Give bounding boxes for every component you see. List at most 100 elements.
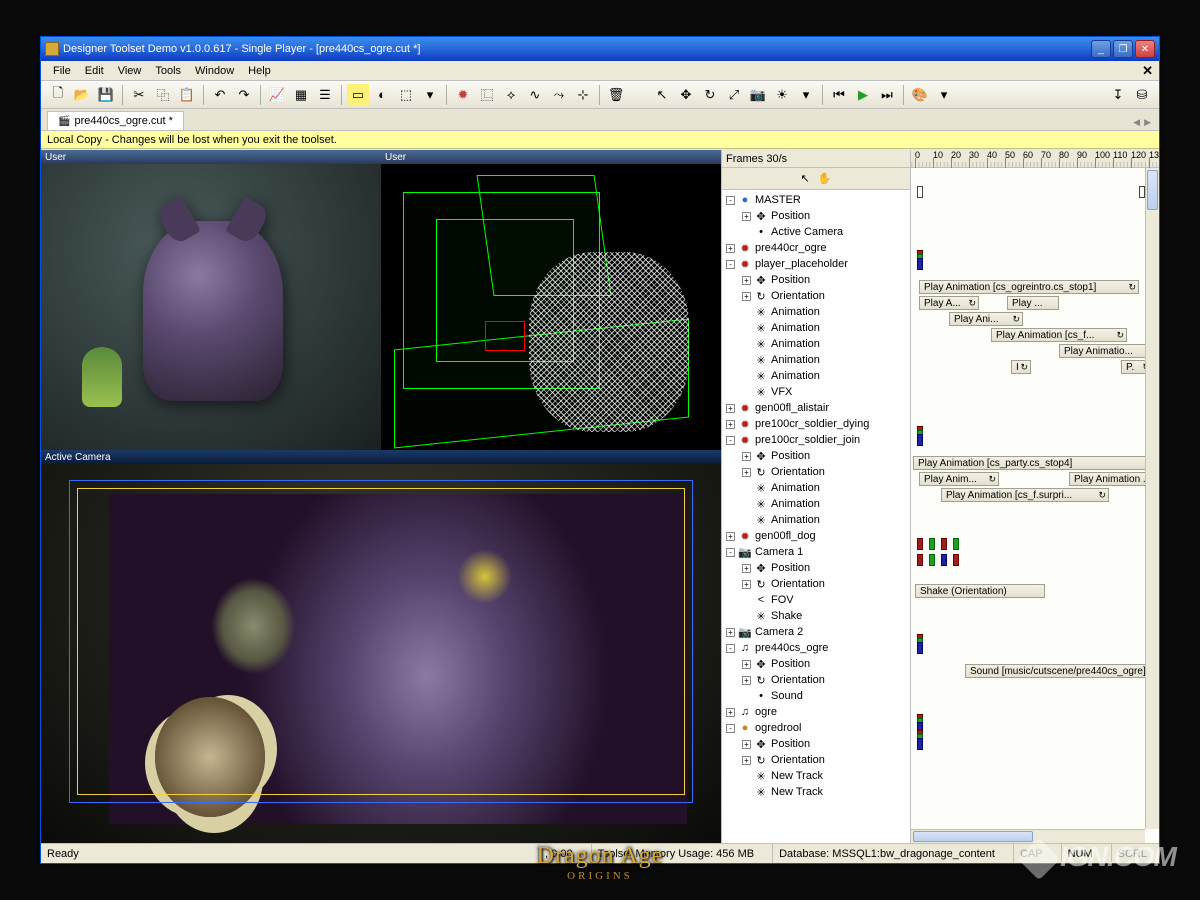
document-tab[interactable]: 🎬 pre440cs_ogre.cut * <box>47 111 184 130</box>
tree-row[interactable]: ✳Animation <box>722 480 910 496</box>
tree-row[interactable]: ✳Animation <box>722 512 910 528</box>
tree-toggle-icon[interactable]: + <box>726 708 735 717</box>
dropdown2-icon[interactable]: ▾ <box>795 84 817 106</box>
open-icon[interactable]: 📂 <box>71 84 93 106</box>
tab-prev-icon[interactable]: ◀ <box>1131 115 1142 130</box>
scale-icon[interactable]: ⤢ <box>723 84 745 106</box>
tree-toggle-icon[interactable]: + <box>742 676 751 685</box>
tree-toggle-icon[interactable]: + <box>742 452 751 461</box>
trash-icon[interactable]: 🗑 <box>605 84 627 106</box>
cylinder-icon[interactable]: ⬚ <box>395 84 417 106</box>
camera-icon[interactable]: 📷 <box>747 84 769 106</box>
tree-toggle-icon[interactable]: + <box>742 564 751 573</box>
tree-row[interactable]: ✳Animation <box>722 336 910 352</box>
timeline-clip[interactable]: Shake (Orientation) <box>915 584 1045 598</box>
select-icon[interactable]: ↖ <box>651 84 673 106</box>
viewport-user2-header[interactable]: User <box>381 150 721 164</box>
tree-row[interactable]: +♫ogre <box>722 704 910 720</box>
tree-toggle-icon[interactable]: + <box>742 468 751 477</box>
viewport-active-camera[interactable] <box>41 464 721 843</box>
timeline-scrollbar-v[interactable] <box>1145 168 1159 829</box>
viewport-user1-header[interactable]: User <box>41 150 381 164</box>
tree-toggle-icon[interactable]: + <box>742 276 751 285</box>
tab-next-icon[interactable]: ▶ <box>1142 115 1153 130</box>
timeline-clip[interactable]: Play Animation [cs_party.cs_stop4] <box>913 456 1159 470</box>
settings-icon[interactable]: 🎨 <box>909 84 931 106</box>
keyframe[interactable] <box>941 538 947 550</box>
keyframe[interactable] <box>917 642 923 654</box>
tree-toggle-icon[interactable]: + <box>742 660 751 669</box>
undo-icon[interactable]: ↶ <box>209 84 231 106</box>
actor-icon[interactable]: ✹ <box>452 84 474 106</box>
tree-row[interactable]: +✹gen00fl_alistair <box>722 400 910 416</box>
db-icon[interactable]: ⛁ <box>1131 84 1153 106</box>
path-icon[interactable]: ⤳ <box>548 84 570 106</box>
curve-icon[interactable]: ∿ <box>524 84 546 106</box>
maximize-button[interactable]: ❐ <box>1113 40 1133 58</box>
keyframe[interactable] <box>929 554 935 566</box>
tree-row[interactable]: ✳New Track <box>722 784 910 800</box>
tree-row[interactable]: •Active Camera <box>722 224 910 240</box>
menu-window[interactable]: Window <box>189 63 240 79</box>
close-button[interactable]: ✕ <box>1135 40 1155 58</box>
hierarchy-tree[interactable]: -●MASTER+✥Position•Active Camera+✹pre440… <box>722 190 910 843</box>
timeline-tracks[interactable]: Play Animation [cs_ogreintro.cs_stop1]↻P… <box>911 168 1159 843</box>
keyframe[interactable] <box>917 258 923 270</box>
viewport-wireframe[interactable] <box>381 164 721 450</box>
tree-row[interactable]: +✥Position <box>722 736 910 752</box>
tree-row[interactable]: ✳Animation <box>722 304 910 320</box>
tree-row[interactable]: +✹pre440cr_ogre <box>722 240 910 256</box>
tree-row[interactable]: +↻Orientation <box>722 464 910 480</box>
tree-row[interactable]: ✳VFX <box>722 384 910 400</box>
tree-toggle-icon[interactable]: + <box>726 628 735 637</box>
timeline-clip[interactable]: I↻ <box>1011 360 1031 374</box>
light-icon[interactable]: ☀ <box>771 84 793 106</box>
tree-toggle-icon[interactable]: - <box>726 436 735 445</box>
tree-row[interactable]: ✳Shake <box>722 608 910 624</box>
keyframe[interactable] <box>917 738 923 750</box>
viewport-camera-header[interactable]: Active Camera <box>41 450 721 464</box>
cut-icon[interactable]: ✂ <box>128 84 150 106</box>
move-icon[interactable]: ✥ <box>675 84 697 106</box>
keyframe[interactable] <box>917 538 923 550</box>
tree-row[interactable]: +✥Position <box>722 656 910 672</box>
keyframe[interactable] <box>929 538 935 550</box>
pointer-tool-icon[interactable]: ↖ <box>801 172 810 185</box>
sphere-icon[interactable]: ◐ <box>371 84 393 106</box>
menu-file[interactable]: File <box>47 63 77 79</box>
tree-row[interactable]: +✥Position <box>722 208 910 224</box>
timeline-clip[interactable]: Play A...↻ <box>919 296 979 310</box>
titlebar[interactable]: Designer Toolset Demo v1.0.0.617 - Singl… <box>41 37 1159 61</box>
tree-row[interactable]: -♫pre440cs_ogre <box>722 640 910 656</box>
viewport-user1[interactable] <box>41 164 381 450</box>
timeline-clip[interactable]: Play Ani...↻ <box>949 312 1023 326</box>
rotate-icon[interactable]: ↻ <box>699 84 721 106</box>
minimize-button[interactable]: _ <box>1091 40 1111 58</box>
list-icon[interactable]: ☰ <box>314 84 336 106</box>
timeline-clip[interactable]: Play Animation [cs_f...↻ <box>991 328 1127 342</box>
menu-help[interactable]: Help <box>242 63 277 79</box>
node-icon[interactable]: ⊹ <box>572 84 594 106</box>
menu-edit[interactable]: Edit <box>79 63 110 79</box>
menu-tools[interactable]: Tools <box>149 63 187 79</box>
tree-row[interactable]: +✥Position <box>722 272 910 288</box>
tree-row[interactable]: +✹pre100cr_soldier_dying <box>722 416 910 432</box>
tree-row[interactable]: +↻Orientation <box>722 288 910 304</box>
keyframe[interactable] <box>941 554 947 566</box>
timeline-clip[interactable]: Play Animation [cs_f.surpri...↻ <box>941 488 1109 502</box>
tree-row[interactable]: -✹pre100cr_soldier_join <box>722 432 910 448</box>
menu-view[interactable]: View <box>112 63 148 79</box>
hand-tool-icon[interactable]: ✋ <box>818 172 832 185</box>
chart-icon[interactable]: 📈 <box>266 84 288 106</box>
play-icon[interactable]: ▶ <box>852 84 874 106</box>
keyframe[interactable] <box>917 186 923 198</box>
dropdown3-icon[interactable]: ▾ <box>933 84 955 106</box>
document-close-button[interactable]: ✕ <box>1142 63 1153 79</box>
keyframe[interactable] <box>917 554 923 566</box>
tree-toggle-icon[interactable]: - <box>726 260 735 269</box>
note-icon[interactable]: ▭ <box>347 84 369 106</box>
keyframe[interactable] <box>953 538 959 550</box>
keyframe[interactable] <box>953 554 959 566</box>
timeline-clip[interactable]: Play ... <box>1007 296 1059 310</box>
paste-icon[interactable]: 📋 <box>176 84 198 106</box>
